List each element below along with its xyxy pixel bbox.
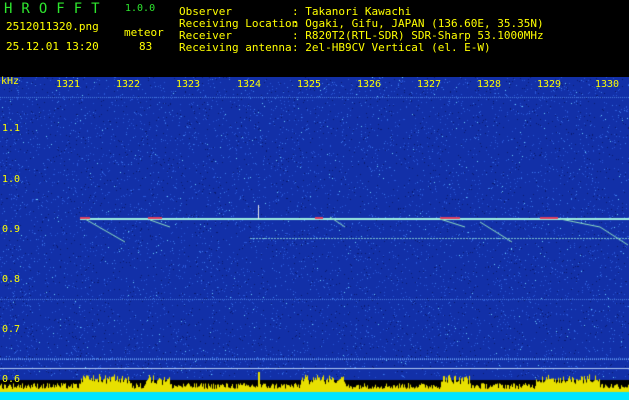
y-tick-label: 0.7 bbox=[2, 324, 21, 335]
y-tick-label: 0.8 bbox=[2, 274, 21, 285]
meteor-count: 83 bbox=[139, 40, 153, 53]
x-tick-label: 1325 bbox=[296, 79, 322, 90]
x-tick-label: 1327 bbox=[416, 79, 442, 90]
y-tick-label: 0.6 bbox=[2, 374, 21, 385]
app-version: 1.0.0 bbox=[125, 3, 156, 14]
y-axis-unit: kHz bbox=[1, 76, 20, 87]
meteor-label: meteor bbox=[124, 26, 164, 39]
spectrogram-canvas bbox=[0, 77, 629, 400]
x-tick-label: 1324 bbox=[236, 79, 262, 90]
x-tick-label: 1326 bbox=[356, 79, 382, 90]
x-tick-label: 1322 bbox=[115, 79, 141, 90]
x-tick-label: 1329 bbox=[536, 79, 562, 90]
x-tick-label: 1323 bbox=[175, 79, 201, 90]
y-tick-label: 1.0 bbox=[2, 174, 21, 185]
app-logo: HROFFT bbox=[4, 1, 109, 17]
image-filename: 2512011320.png bbox=[6, 20, 99, 33]
x-tick-label: 1328 bbox=[476, 79, 502, 90]
antenna-label: Receiving antenna bbox=[179, 41, 292, 54]
y-tick-label: 0.9 bbox=[2, 224, 21, 235]
x-tick-label: 1321 bbox=[55, 79, 81, 90]
antenna-value: : 2el-HB9CV Vertical (el. E-W) bbox=[292, 41, 491, 54]
timestamp: 25.12.01 13:20 bbox=[6, 40, 99, 53]
y-tick-label: 1.1 bbox=[2, 123, 21, 134]
x-tick-label: 1330 bbox=[594, 79, 620, 90]
